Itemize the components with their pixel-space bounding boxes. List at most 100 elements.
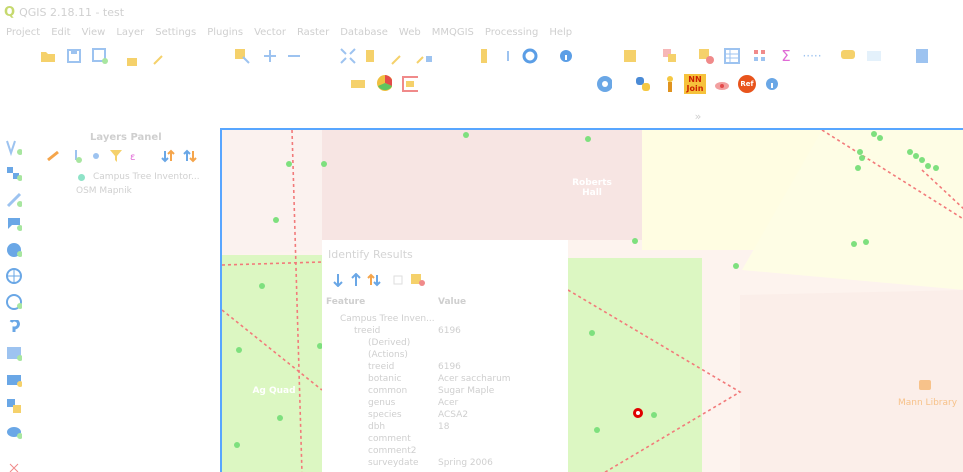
add-oracle-layer-icon[interactable]: [6, 372, 22, 388]
filter-legend-icon[interactable]: [108, 148, 124, 164]
processing-icon[interactable]: [662, 76, 678, 92]
pin-icon[interactable]: [500, 48, 516, 64]
identify-row[interactable]: botanic Acer saccharum: [322, 374, 568, 386]
select-icon[interactable]: [234, 48, 250, 64]
identify-row[interactable]: Campus Tree Inven...: [322, 314, 568, 326]
menu-project[interactable]: Project: [6, 27, 40, 38]
identify-row[interactable]: treeid 6196: [322, 326, 568, 338]
identify-row[interactable]: genus Acer: [322, 398, 568, 410]
map-tips-icon[interactable]: [840, 48, 856, 64]
add-vector-layer-icon[interactable]: [6, 140, 22, 156]
select-feature-icon[interactable]: [622, 48, 638, 64]
left-toolbar: [0, 136, 30, 472]
toolbar-more-icon[interactable]: »: [690, 108, 706, 124]
menu-layer[interactable]: Layer: [116, 27, 144, 38]
layer-item-campus-trees[interactable]: Campus Tree Inventor...: [78, 172, 200, 182]
add-wcs-layer-icon[interactable]: [6, 268, 22, 284]
filter-expression-icon[interactable]: ε: [126, 148, 142, 164]
clear-results-icon[interactable]: [390, 272, 406, 288]
field-calculator-icon[interactable]: [752, 48, 768, 64]
refresh-icon[interactable]: [522, 48, 538, 64]
identify-row[interactable]: species ACSA2: [322, 410, 568, 422]
identify-row[interactable]: dbh 18: [322, 422, 568, 434]
info-icon[interactable]: [764, 76, 780, 92]
remove-feature-icon[interactable]: [286, 48, 302, 64]
menu-web[interactable]: Web: [399, 27, 421, 38]
bookmark-icon[interactable]: [476, 48, 492, 64]
identify-row[interactable]: surveydate Spring 2006: [322, 458, 568, 470]
measure-icon[interactable]: ·····: [802, 48, 822, 64]
menu-processing[interactable]: Processing: [485, 27, 538, 38]
add-wfs-layer-icon[interactable]: [6, 294, 22, 310]
identify-row[interactable]: comment: [322, 434, 568, 446]
identify-row[interactable]: comment2: [322, 446, 568, 458]
attribute-table-icon[interactable]: [724, 48, 740, 64]
identify-row[interactable]: treeid 6196: [322, 362, 568, 374]
menu-edit[interactable]: Edit: [51, 27, 70, 38]
menu-mmqgis[interactable]: MMQGIS: [432, 27, 474, 38]
add-postgis-layer-icon[interactable]: [6, 216, 22, 232]
open-layer-styling-icon[interactable]: [46, 148, 62, 164]
select-feature-from-results-icon[interactable]: [410, 272, 426, 288]
identify-key: dbh: [368, 422, 386, 432]
deselect-icon[interactable]: [698, 48, 714, 64]
identify-icon[interactable]: [558, 48, 574, 64]
window-title: QGIS 2.18.11 - test: [19, 5, 125, 19]
identify-value: Sugar Maple: [438, 386, 495, 396]
python-icon[interactable]: [634, 76, 650, 92]
point-symbol-icon: [78, 173, 85, 181]
add-feature-icon[interactable]: [262, 48, 278, 64]
collapse-tree-icon[interactable]: [348, 272, 364, 288]
digitize-icon[interactable]: [150, 52, 166, 68]
add-group-icon[interactable]: [68, 148, 84, 164]
help-icon[interactable]: [914, 48, 930, 64]
add-wms-layer-icon[interactable]: [6, 242, 22, 258]
menu-view[interactable]: View: [82, 27, 106, 38]
manage-map-themes-icon[interactable]: [88, 148, 104, 164]
identify-key: (Actions): [368, 350, 408, 360]
globe-search-icon[interactable]: [596, 76, 612, 92]
column-header-value[interactable]: Value: [438, 297, 466, 307]
map-label-mann-library: Mann Library: [898, 398, 958, 408]
layers-toolbar: ε: [46, 148, 216, 164]
ref-icon[interactable]: Ref: [738, 75, 756, 93]
identify-row[interactable]: (Derived): [322, 338, 568, 350]
save-as-icon[interactable]: [92, 48, 108, 64]
pan-icon[interactable]: [364, 48, 380, 64]
save-project-icon[interactable]: [66, 48, 82, 64]
add-raster-layer-icon[interactable]: [6, 166, 22, 182]
add-delimited-layer-icon[interactable]: [6, 320, 22, 336]
new-layer-icon[interactable]: [124, 54, 140, 70]
zoom-in-icon[interactable]: [388, 52, 404, 68]
heatmap-icon[interactable]: [714, 78, 730, 94]
menu-help[interactable]: Help: [549, 27, 572, 38]
menu-vector[interactable]: Vector: [254, 27, 286, 38]
zoom-last-icon[interactable]: [416, 50, 432, 66]
layer-item-osm-mapnik[interactable]: OSM Mapnik: [76, 186, 132, 196]
menu-raster[interactable]: Raster: [297, 27, 329, 38]
select-by-value-icon[interactable]: [662, 48, 678, 64]
zoom-icon[interactable]: [340, 48, 356, 64]
map-label-roberts-hall: Roberts Hall: [572, 178, 612, 198]
expand-all-icon[interactable]: [160, 148, 176, 164]
identify-row[interactable]: common Sugar Maple: [322, 386, 568, 398]
svg-text:ε: ε: [130, 152, 135, 162]
menu-plugins[interactable]: Plugins: [207, 27, 243, 38]
add-virtual-layer-icon[interactable]: [6, 398, 22, 414]
identify-row[interactable]: (Actions): [322, 350, 568, 362]
new-bookmark-icon[interactable]: [866, 48, 882, 64]
menu-database[interactable]: Database: [340, 27, 388, 38]
statistics-icon[interactable]: Σ: [778, 48, 794, 64]
open-project-icon[interactable]: [40, 48, 56, 64]
nnjoin-icon[interactable]: NN Join: [684, 74, 706, 94]
add-spatialite-layer-icon[interactable]: [6, 192, 22, 208]
column-header-feature[interactable]: Feature: [326, 297, 365, 307]
expand-new-results-icon[interactable]: [366, 272, 382, 288]
collapse-all-icon[interactable]: [182, 148, 198, 164]
add-mssql-layer-icon[interactable]: [6, 346, 22, 362]
expand-tree-icon[interactable]: [330, 272, 346, 288]
identify-key: species: [368, 410, 402, 420]
new-shapefile-icon[interactable]: [6, 424, 22, 440]
new-gps-layer-icon[interactable]: [6, 460, 22, 472]
menu-settings[interactable]: Settings: [155, 27, 196, 38]
